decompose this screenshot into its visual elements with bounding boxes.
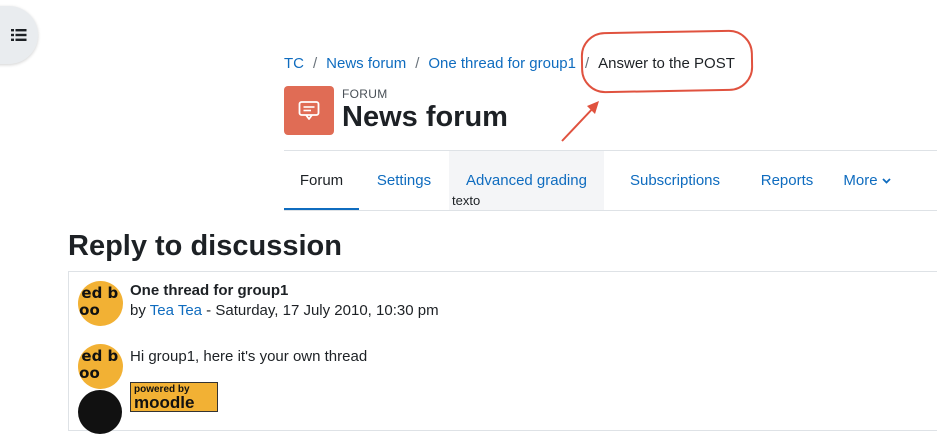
post-by-label: by — [130, 302, 146, 319]
tab-more[interactable]: More — [828, 151, 906, 210]
avatar[interactable]: red bloo — [78, 281, 123, 326]
post-author-link[interactable]: Tea Tea — [150, 302, 202, 319]
forum-icon — [284, 86, 334, 135]
post-message: Hi group1, here it's your own thread — [130, 348, 368, 365]
breadcrumb-separator: / — [313, 55, 318, 72]
breadcrumb-link-course[interactable]: TC — [284, 55, 304, 72]
tab-more-label: More — [843, 172, 878, 189]
annotation-arrow — [561, 101, 599, 142]
post-date-separator: - — [202, 302, 216, 319]
divider — [284, 210, 937, 211]
powered-by-moodle-logo: powered by moodle — [130, 382, 218, 412]
tab-reports[interactable]: Reports — [746, 151, 828, 210]
tab-subscriptions[interactable]: Subscriptions — [604, 151, 746, 210]
breadcrumb-link-discussion[interactable]: One thread for group1 — [428, 55, 576, 72]
secondary-navigation: Forum Settings Advanced grading Subscrip… — [284, 151, 906, 211]
page-title: News forum — [342, 101, 508, 133]
chevron-down-icon — [881, 177, 891, 184]
avatar[interactable]: red bloo — [78, 344, 123, 389]
breadcrumb-separator: / — [415, 55, 420, 72]
annotation-circle — [580, 29, 754, 94]
post-meta: by Tea Tea - Saturday, 17 July 2010, 10:… — [130, 302, 439, 319]
post-date: Saturday, 17 July 2010, 10:30 pm — [215, 302, 439, 319]
tooltip: texto — [452, 193, 481, 208]
breadcrumb-link-forum[interactable]: News forum — [326, 55, 406, 72]
activity-type-label: FORUM — [342, 87, 388, 101]
post-subject: One thread for group1 — [130, 282, 289, 299]
course-index-toggle[interactable] — [0, 6, 38, 64]
reply-heading: Reply to discussion — [68, 230, 342, 262]
tab-forum[interactable]: Forum — [284, 151, 359, 211]
list-icon — [11, 29, 27, 41]
avatar[interactable] — [78, 390, 122, 434]
tab-settings[interactable]: Settings — [359, 151, 449, 210]
